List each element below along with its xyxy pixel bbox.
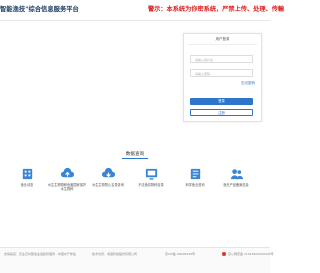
cloud-up-icon [60, 167, 74, 178]
book-icon [190, 168, 200, 180]
service-label: 水生生物物种危害国家保护水生物种 [47, 183, 87, 192]
service-item-fishery-news[interactable]: 渔业动态 [7, 166, 47, 187]
screen-icon [145, 168, 157, 180]
service-item-illegal-gear[interactable]: 不法渔具物种目录 [131, 166, 171, 187]
forgot-password-link[interactable]: 忘记密码 [241, 81, 255, 86]
login-divider [188, 44, 257, 45]
service-label: 渔光产品备案信息 [223, 183, 249, 187]
service-label: 渔业动态 [20, 183, 34, 187]
service-item-banned-species[interactable]: 水生生物禁止名录查询 [88, 166, 128, 187]
platform-title: 智能渔技"综合信息服务平台 [0, 6, 79, 13]
service-label: 科学渔业咨询 [185, 183, 205, 187]
tech-support-text: 技术支持：海诺科技股份有限公司 [92, 252, 138, 256]
login-title: 用户登录 [215, 37, 230, 41]
building-icon [22, 168, 32, 180]
service-item-science-consult[interactable]: 科学渔业咨询 [175, 166, 215, 187]
security-warning: 警示：本系统为你密系统，严禁上传、处理、传輸 [148, 6, 285, 13]
people-icon [230, 169, 243, 180]
service-label: 水生生物禁止名录查询 [92, 183, 124, 187]
friendly-links[interactable]: 友情链接：农业农村部渔业渔政管理局 · 中国水产学会 [4, 252, 76, 256]
police-badge-icon [222, 252, 226, 256]
login-panel: 用户登录 请输入用户名 请输入密码 忘记密码 登录 注册 [183, 33, 262, 122]
register-button[interactable]: 注册 [190, 109, 253, 116]
query-services: 渔业动态 水生生物物种危害国家保护水生物种 水生生物禁止名录查询 不法渔具物种目… [0, 166, 270, 206]
username-input[interactable]: 请输入用户名 [190, 55, 253, 63]
password-input[interactable]: 请输入密码 [190, 69, 253, 77]
police-record[interactable]: 京公网安备 11010502000005号 [228, 252, 274, 256]
page-footer: 友情链接：农业农村部渔业渔政管理局 · 中国水产学会 技术支持：海诺科技股份有限… [0, 247, 274, 273]
top-header: 智能渔技"综合信息服务平台 警示：本系统为你密系统，严禁上传、处理、传輸 [0, 0, 284, 21]
service-item-protected-species[interactable]: 水生生物物种危害国家保护水生物种 [47, 166, 87, 191]
query-section-title: 数据查询 [125, 152, 145, 157]
service-label: 不法渔具物种目录 [138, 183, 164, 187]
login-button[interactable]: 登录 [190, 98, 253, 105]
section-title-underline [122, 158, 148, 159]
cloud-down-icon [101, 167, 115, 178]
service-item-product-filing[interactable]: 渔光产品备案信息 [216, 166, 256, 187]
icp-record[interactable]: 京ICP备 09008458号 [165, 252, 195, 256]
